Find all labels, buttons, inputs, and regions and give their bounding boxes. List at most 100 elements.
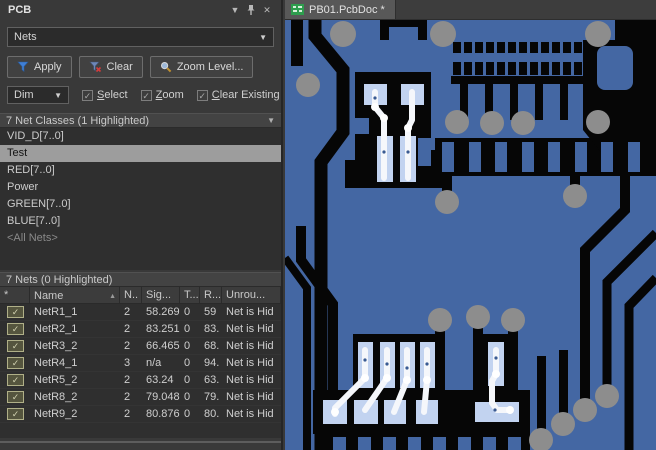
clear-button-label: Clear: [106, 61, 133, 73]
zoom-checkbox[interactable]: ✓: [140, 89, 152, 101]
net-nodes: 2: [124, 391, 131, 403]
zoom-level-button-label: Zoom Level...: [176, 61, 244, 73]
net-t: 0: [184, 340, 191, 352]
net-nodes: 2: [124, 323, 131, 335]
net-t: 0: [184, 374, 191, 386]
table-row[interactable]: ✓ NetR3_2 2 66.465 0 68. Net is Hid: [0, 338, 281, 355]
net-name: NetR5_2: [34, 374, 78, 386]
net-class-item[interactable]: VID_D[7..0]: [0, 128, 281, 145]
tab-pb01-pcbdoc[interactable]: PB01.PcbDoc *: [285, 0, 396, 19]
panel-title: PCB: [8, 4, 32, 16]
chevron-down-icon: ▼: [259, 32, 267, 42]
net-class-item[interactable]: Power: [0, 179, 281, 196]
apply-button-label: Apply: [34, 61, 62, 73]
clear-existing-checkbox[interactable]: ✓: [196, 89, 208, 101]
select-checkbox[interactable]: ✓: [82, 89, 93, 101]
dim-dropdown[interactable]: Dim ▼: [7, 86, 69, 104]
col-header-name[interactable]: Name ▲: [30, 287, 120, 303]
net-t: 0: [184, 357, 191, 369]
table-row[interactable]: ✓ NetR9_2 2 80.876 0 80. Net is Hid: [0, 406, 281, 423]
select-label: elect: [104, 89, 128, 101]
net-signal: 83.251: [146, 323, 180, 335]
row-checkbox[interactable]: ✓: [7, 391, 24, 403]
net-unrouted: Net is Hid: [226, 408, 274, 420]
net-class-item[interactable]: RED[7..0]: [0, 162, 281, 179]
pcbdoc-icon: [291, 4, 304, 15]
col-header-nodes[interactable]: N..: [120, 287, 142, 303]
panel-toolbar: Apply Clear Zoom Level...: [7, 56, 281, 78]
row-checkbox[interactable]: ✓: [7, 323, 24, 335]
net-unrouted: Net is Hid: [226, 374, 274, 386]
net-class-item[interactable]: BLUE[7..0]: [0, 213, 281, 230]
table-row[interactable]: ✓ NetR5_2 2 63.24 0 63. Net is Hid: [0, 372, 281, 389]
net-classes-list: VID_D[7..0] Test RED[7..0] Power GREEN[7…: [0, 128, 281, 270]
nets-table-header: * Name ▲ N.. Sig... T... R... Unrou...: [0, 287, 281, 304]
clear-existing-label-key: C: [211, 89, 220, 101]
clear-button[interactable]: Clear: [78, 56, 143, 78]
apply-button[interactable]: Apply: [7, 56, 72, 78]
panel-splitter[interactable]: [0, 441, 281, 443]
dim-value: Dim: [14, 89, 34, 101]
net-unrouted: Net is Hid: [226, 357, 274, 369]
row-checkbox[interactable]: ✓: [7, 357, 24, 369]
select-checkbox-option[interactable]: ✓ Select: [82, 89, 128, 101]
col-header-signal[interactable]: Sig...: [142, 287, 180, 303]
zoom-label: oom: [162, 89, 184, 101]
sort-ascending-icon: ▲: [109, 292, 116, 300]
net-unrouted: Net is Hid: [226, 323, 274, 335]
net-signal: n/a: [146, 357, 162, 369]
zoom-label-key: Z: [155, 89, 163, 101]
net-nodes: 2: [124, 340, 131, 352]
net-class-item-all-nets[interactable]: <All Nets>: [0, 230, 281, 247]
net-nodes: 2: [124, 374, 131, 386]
net-classes-header[interactable]: 7 Net Classes (1 Highlighted) ▼: [0, 113, 281, 128]
pin-icon[interactable]: [243, 4, 259, 16]
col-header-star[interactable]: *: [0, 287, 30, 303]
select-label-key: S: [97, 89, 105, 101]
net-classes-header-label: 7 Net Classes (1 Highlighted): [6, 114, 150, 127]
net-name: NetR2_1: [34, 323, 78, 335]
net-name: NetR3_2: [34, 340, 78, 352]
nets-table: * Name ▲ N.. Sig... T... R... Unrou... ✓…: [0, 287, 281, 438]
pcb-editor: PB01.PcbDoc *: [285, 0, 656, 450]
net-signal: 58.269: [146, 306, 180, 318]
net-routed: 83.: [204, 323, 220, 335]
row-checkbox[interactable]: ✓: [7, 374, 24, 386]
net-routed: 63.: [204, 374, 220, 386]
chevron-down-icon: ▼: [54, 90, 62, 100]
net-nodes: 3: [124, 357, 131, 369]
net-t: 0: [184, 306, 191, 318]
row-checkbox[interactable]: ✓: [7, 306, 24, 318]
zoom-checkbox-option[interactable]: ✓ Zoom: [140, 89, 184, 101]
row-checkbox[interactable]: ✓: [7, 408, 24, 420]
close-icon[interactable]: ✕: [259, 5, 275, 16]
zoom-level-button[interactable]: Zoom Level...: [149, 56, 254, 78]
net-unrouted: Net is Hid: [226, 306, 274, 318]
panel-menu-icon[interactable]: ▼: [227, 5, 243, 15]
net-t: 0: [184, 391, 191, 403]
col-header-routed[interactable]: R...: [200, 287, 222, 303]
col-header-unrouted[interactable]: Unrou...: [222, 287, 281, 303]
clear-existing-checkbox-option[interactable]: ✓ Clear Existing: [196, 89, 280, 101]
options-row: Dim ▼ ✓ Select ✓ Zoom ✓ Clear Existing: [7, 86, 281, 104]
table-row[interactable]: ✓ NetR8_2 2 79.048 0 79. Net is Hid: [0, 389, 281, 406]
application-window: PCB ▼ ✕ Nets ▼ Apply Clear Zoom Level...…: [0, 0, 656, 450]
net-signal: 80.876: [146, 408, 180, 420]
table-row[interactable]: ✓ NetR4_1 3 n/a 0 94. Net is Hid: [0, 355, 281, 372]
table-row[interactable]: ✓ NetR1_1 2 58.269 0 59 Net is Hid: [0, 304, 281, 321]
net-nodes: 2: [124, 408, 131, 420]
pcb-canvas[interactable]: [285, 20, 656, 450]
panel-titlebar: PCB ▼ ✕: [0, 0, 281, 20]
net-class-item-selected[interactable]: Test: [0, 145, 281, 162]
net-nodes: 2: [124, 306, 131, 318]
row-checkbox[interactable]: ✓: [7, 340, 24, 352]
magnifier-icon: [160, 62, 172, 73]
table-row[interactable]: ✓ NetR2_1 2 83.251 0 83. Net is Hid: [0, 321, 281, 338]
net-t: 0: [184, 408, 191, 420]
nets-section-header[interactable]: 7 Nets (0 Highlighted): [0, 272, 281, 287]
col-header-t[interactable]: T...: [180, 287, 200, 303]
net-class-item[interactable]: GREEN[7..0]: [0, 196, 281, 213]
net-signal: 66.465: [146, 340, 180, 352]
pin-icon-glyph: [247, 5, 255, 15]
filter-type-dropdown[interactable]: Nets ▼: [7, 27, 274, 47]
